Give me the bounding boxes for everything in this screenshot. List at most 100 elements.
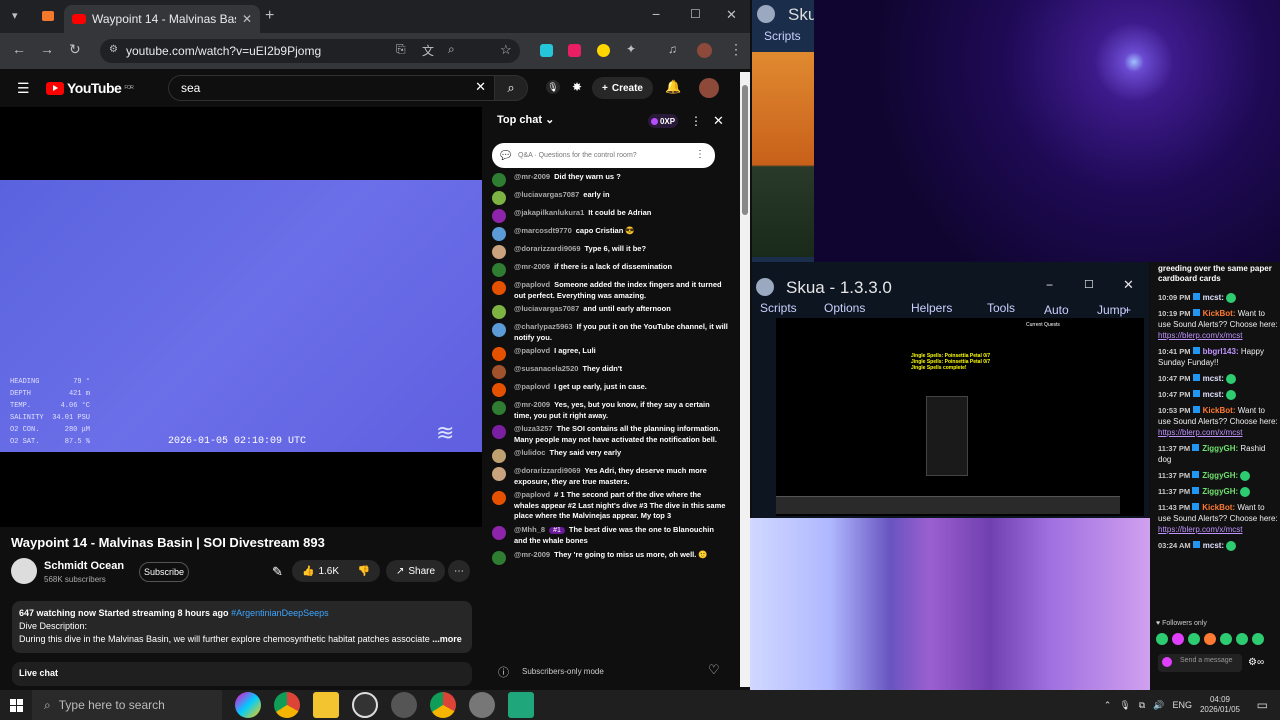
twitch-send-box[interactable]: Send a message <box>1158 654 1242 672</box>
twitch-username[interactable]: KickBot: <box>1202 503 1237 512</box>
like-button[interactable]: 👍 1.6K 👎 <box>292 560 380 582</box>
chrome-icon[interactable] <box>430 692 456 718</box>
profile-avatar[interactable] <box>697 43 712 58</box>
chat-author[interactable]: @luza3257 <box>514 424 553 433</box>
chat-avatar[interactable] <box>492 491 506 505</box>
address-bar[interactable]: ⚙ youtube.com/watch?v=uEI2b9Pjomg <box>100 39 520 63</box>
skua-minimize-icon[interactable]: − <box>1046 278 1053 292</box>
twitch-username[interactable]: ZiggyGH: <box>1202 444 1240 453</box>
channel-name[interactable]: Schmidt Ocean <box>44 560 124 572</box>
chat-avatar[interactable] <box>492 401 506 415</box>
live-chat-label[interactable]: Live chat <box>12 662 472 686</box>
mic-tray-icon[interactable]: 🎙 <box>1119 700 1130 711</box>
skua-game-view[interactable]: Current Quests Jingle Spells: Poinsettia… <box>776 318 1144 516</box>
chat-message[interactable]: @jakapilkanlukura1 It could be Adrian <box>492 208 728 223</box>
emote-icon[interactable] <box>1188 633 1200 645</box>
chat-message[interactable]: @charlypaz5963 If you put it on the YouTu… <box>492 322 728 343</box>
chat-author[interactable]: @paplovd <box>514 346 550 355</box>
chat-avatar[interactable] <box>492 209 506 223</box>
minimize-icon[interactable]: − <box>652 6 660 22</box>
chat-message[interactable]: @mr-2009 Yes, yes, but you know, if they … <box>492 400 728 421</box>
twitch-link[interactable]: https://blerp.com/x/mcst <box>1158 428 1242 437</box>
chat-author[interactable]: @Mhh_8 <box>514 525 545 534</box>
emote-icon[interactable] <box>1204 633 1216 645</box>
info-icon[interactable]: ⓘ <box>498 664 509 680</box>
skua-small-menu-scripts[interactable]: Scripts <box>764 29 801 43</box>
show-more-link[interactable]: ...more <box>432 634 462 644</box>
settings-icon[interactable]: ⚙∞ <box>1248 657 1264 668</box>
hamburger-menu-icon[interactable]: ☰ <box>17 80 30 97</box>
network-icon[interactable]: ⧉ <box>1139 700 1145 711</box>
chat-avatar[interactable] <box>492 227 506 241</box>
more-actions-button[interactable]: ⋯ <box>448 560 470 582</box>
chat-avatar[interactable] <box>492 347 506 361</box>
tab-close-icon[interactable]: ✕ <box>242 12 252 26</box>
twitch-username[interactable]: ZiggyGH: <box>1202 471 1240 480</box>
emote-icon[interactable] <box>1172 633 1184 645</box>
extension-icon[interactable] <box>597 44 610 57</box>
chat-avatar[interactable] <box>492 245 506 259</box>
twitch-username[interactable]: mcst: <box>1203 390 1227 399</box>
close-window-icon[interactable]: ✕ <box>726 7 737 23</box>
chat-message[interactable]: @dorarizzardi9069 Yes Adri, they deserve … <box>492 466 728 487</box>
chat-message[interactable]: @luciavargas7087 and until early afternoo… <box>492 304 728 319</box>
account-avatar[interactable] <box>699 78 719 98</box>
back-icon[interactable]: ← <box>12 41 26 57</box>
tab-youtube[interactable]: Waypoint 14 - Malvinas Basi ✕ <box>64 5 260 33</box>
chat-author[interactable]: @luciavargas7087 <box>514 190 579 199</box>
chat-author[interactable]: @luciavargas7087 <box>514 304 579 313</box>
tray-chevron-icon[interactable]: ⌃ <box>1104 700 1112 711</box>
chat-avatar[interactable] <box>492 365 506 379</box>
chat-close-icon[interactable]: ✕ <box>713 113 724 129</box>
chat-message[interactable]: @Mhh_8 #1 The best dive was the one to Bla… <box>492 525 728 547</box>
chat-message[interactable]: @mr-2009 Did they warn us ? <box>492 172 728 187</box>
skua-menu-item[interactable]: Options <box>824 301 865 315</box>
chat-author[interactable]: @paplovd <box>514 280 550 289</box>
clear-search-icon[interactable]: ✕ <box>475 79 486 95</box>
pinned-qa[interactable]: 💬 Q&A · Questions for the control room? … <box>492 143 715 168</box>
start-button[interactable] <box>0 690 32 720</box>
translate-icon[interactable]: 文 <box>422 42 434 59</box>
chat-avatar[interactable] <box>492 425 506 439</box>
chat-avatar[interactable] <box>492 550 506 565</box>
scrollbar-thumb[interactable] <box>742 85 748 215</box>
twitch-username[interactable]: mcst: <box>1203 541 1227 550</box>
chat-author[interactable]: @susanacela2520 <box>514 364 578 373</box>
voice-search-icon[interactable]: 🎙 <box>546 80 560 94</box>
chat-author[interactable]: @mr-2009 <box>514 550 550 559</box>
skua-small-game-view[interactable] <box>752 52 814 257</box>
install-icon[interactable]: ⎘ <box>396 42 406 57</box>
twitch-username[interactable]: bbgrl143: <box>1203 347 1241 356</box>
app-icon[interactable] <box>469 692 495 718</box>
description-box[interactable]: 647 watching now Started streaming 8 hou… <box>12 601 472 653</box>
extension-game-icon[interactable]: ✸ <box>572 80 582 94</box>
skua-menu-item[interactable]: Auto <box>1044 303 1069 317</box>
share-button[interactable]: ↗ Share <box>386 560 446 582</box>
chat-message[interactable]: @dorarizzardi9069 Type 6, will it be? <box>492 244 728 259</box>
chat-author[interactable]: @mr-2009 <box>514 172 550 181</box>
extension-icon[interactable] <box>540 44 553 57</box>
create-button[interactable]: + Create <box>592 77 653 99</box>
twitch-username[interactable]: KickBot: <box>1203 406 1238 415</box>
chat-avatar[interactable] <box>492 305 506 319</box>
skua-menu-item[interactable]: Scripts <box>760 301 797 315</box>
copilot-icon[interactable] <box>235 692 261 718</box>
skua-menu-item[interactable]: + <box>1124 303 1131 317</box>
dislike-icon[interactable]: 👎 <box>358 566 370 577</box>
top-chat-dropdown[interactable]: Top chat ⌄ <box>497 113 554 126</box>
emote-icon[interactable] <box>1236 633 1248 645</box>
chat-avatar[interactable] <box>492 449 506 463</box>
taskbar-search[interactable]: ⌕ Type here to search <box>32 690 222 720</box>
skua-menu-item[interactable]: Jump <box>1097 303 1126 317</box>
xp-badge[interactable]: 0XP <box>648 114 678 128</box>
emote-row[interactable] <box>1156 633 1264 645</box>
skua-maximize-icon[interactable]: ☐ <box>1084 278 1094 291</box>
twitch-link[interactable]: https://blerp.com/x/mcst <box>1158 525 1242 534</box>
pinned-menu-icon[interactable]: ⋮ <box>695 149 705 160</box>
volume-icon[interactable]: 🔊 <box>1153 700 1164 711</box>
chat-author[interactable]: @mr-2009 <box>514 262 550 271</box>
browser-menu-icon[interactable]: ⋮ <box>729 41 743 58</box>
chat-message[interactable]: @paplovd I get up early, just in case. <box>492 382 728 397</box>
search-input[interactable]: sea ✕ <box>168 75 494 101</box>
chat-author[interactable]: @dorarizzardi9069 <box>514 466 581 475</box>
